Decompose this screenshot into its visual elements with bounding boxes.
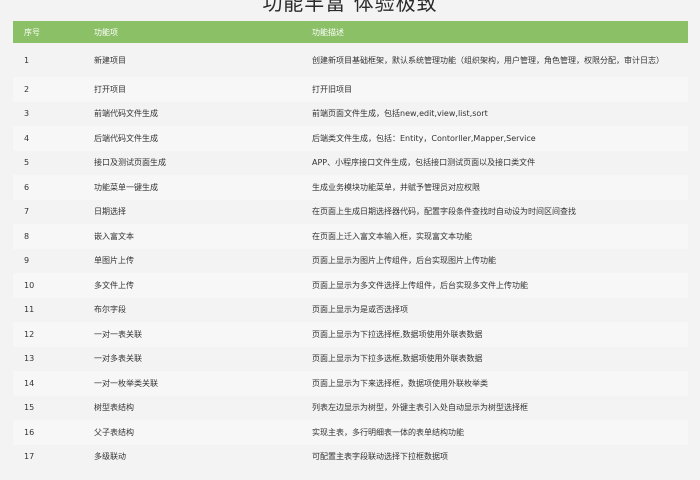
table-row: 2 打开项目 打开旧项目 [13,77,688,102]
row-no: 4 [13,126,84,151]
row-no: 12 [13,322,84,347]
row-item: 单图片上传 [84,248,304,273]
row-item: 嵌入富文本 [84,224,304,249]
row-no: 13 [13,346,84,371]
row-no: 2 [13,77,84,102]
row-item: 多文件上传 [84,273,304,298]
row-desc: 实现主表，多行明细表一体的表单结构功能 [304,420,688,445]
feature-table-container: 序号 功能项 功能描述 1 新建项目 创建新项目基础框架，默认系统管理功能（组织… [13,21,688,469]
table-body: 1 新建项目 创建新项目基础框架，默认系统管理功能（组织架构，用户管理，角色管理… [13,43,688,469]
row-no: 5 [13,150,84,175]
row-no: 14 [13,371,84,396]
table-row: 4 后端代码文件生成 后端类文件生成，包括：Entity，Contorller,… [13,126,688,151]
row-item: 多级联动 [84,444,304,469]
feature-table: 序号 功能项 功能描述 1 新建项目 创建新项目基础框架，默认系统管理功能（组织… [13,21,688,469]
table-row: 14 一对一枚举类关联 页面上显示为下来选择框，数据项使用外联枚举类 [13,371,688,396]
row-no: 9 [13,248,84,273]
row-no: 17 [13,444,84,469]
table-row: 6 功能菜单一键生成 生成业务模块功能菜单，并赋予管理员对应权限 [13,175,688,200]
row-item: 一对多表关联 [84,346,304,371]
table-row: 17 多级联动 可配置主表字段联动选择下拉框数据项 [13,444,688,469]
table-row: 5 接口及测试页面生成 APP、小程序接口文件生成，包括接口测试页面以及接口类文… [13,150,688,175]
row-no: 6 [13,175,84,200]
row-desc: 生成业务模块功能菜单，并赋予管理员对应权限 [304,175,688,200]
row-desc: 创建新项目基础框架，默认系统管理功能（组织架构，用户管理，角色管理，权限分配，审… [304,43,688,77]
row-desc: 页面上显示为图片上传组件，后台实现图片上传功能 [304,248,688,273]
row-desc: 前端页面文件生成，包括new,edit,view,list,sort [304,101,688,126]
row-desc: 后端类文件生成，包括：Entity，Contorller,Mapper,Serv… [304,126,688,151]
header-item: 功能项 [84,21,304,43]
row-item: 新建项目 [84,43,304,77]
row-item: 后端代码文件生成 [84,126,304,151]
row-desc: 在页面上迁入富文本输入框，实现富文本功能 [304,224,688,249]
table-row: 3 前端代码文件生成 前端页面文件生成，包括new,edit,view,list… [13,101,688,126]
row-desc: 页面上显示为多文件选择上传组件，后台实现多文件上传功能 [304,273,688,298]
table-row: 16 父子表结构 实现主表，多行明细表一体的表单结构功能 [13,420,688,445]
header-no: 序号 [13,21,84,43]
table-row: 8 嵌入富文本 在页面上迁入富文本输入框，实现富文本功能 [13,224,688,249]
row-desc: 页面上显示为下拉多选框,数据项使用外联表数据 [304,346,688,371]
row-desc: 页面上显示为是或否选择项 [304,297,688,322]
row-no: 1 [13,43,84,77]
table-header-row: 序号 功能项 功能描述 [13,21,688,43]
row-desc: 页面上显示为下来选择框，数据项使用外联枚举类 [304,371,688,396]
row-item: 接口及测试页面生成 [84,150,304,175]
row-item: 前端代码文件生成 [84,101,304,126]
row-item: 日期选择 [84,199,304,224]
row-desc: 可配置主表字段联动选择下拉框数据项 [304,444,688,469]
table-row: 10 多文件上传 页面上显示为多文件选择上传组件，后台实现多文件上传功能 [13,273,688,298]
row-no: 8 [13,224,84,249]
table-row: 15 树型表结构 列表左边显示为树型，外键主表引入处自动显示为树型选择框 [13,395,688,420]
row-no: 7 [13,199,84,224]
row-desc: APP、小程序接口文件生成，包括接口测试页面以及接口类文件 [304,150,688,175]
row-desc: 列表左边显示为树型，外键主表引入处自动显示为树型选择框 [304,395,688,420]
row-desc: 打开旧项目 [304,77,688,102]
table-row: 1 新建项目 创建新项目基础框架，默认系统管理功能（组织架构，用户管理，角色管理… [13,43,688,77]
row-no: 16 [13,420,84,445]
row-item: 父子表结构 [84,420,304,445]
row-desc: 在页面上生成日期选择器代码，配置字段条件查找时自动设为时间区间查找 [304,199,688,224]
header-desc: 功能描述 [304,21,688,43]
table-row: 9 单图片上传 页面上显示为图片上传组件，后台实现图片上传功能 [13,248,688,273]
page-title: 功能丰富 体验极致 [262,0,438,15]
row-desc-text: 创建新项目基础框架，默认系统管理功能（组织架构，用户管理，角色管理，权限分配，审… [312,55,664,65]
table-row: 7 日期选择 在页面上生成日期选择器代码，配置字段条件查找时自动设为时间区间查找 [13,199,688,224]
row-item: 树型表结构 [84,395,304,420]
row-item: 布尔字段 [84,297,304,322]
table-row: 11 布尔字段 页面上显示为是或否选择项 [13,297,688,322]
row-item: 功能菜单一键生成 [84,175,304,200]
row-item: 一对一枚举类关联 [84,371,304,396]
row-item: 一对一表关联 [84,322,304,347]
row-no: 10 [13,273,84,298]
page: 功能丰富 体验极致 序号 功能项 功能描述 1 新建项目 创建新项目基础框架，默… [0,0,700,480]
row-no: 15 [13,395,84,420]
row-no: 11 [13,297,84,322]
row-item: 打开项目 [84,77,304,102]
row-no: 3 [13,101,84,126]
row-desc: 页面上显示为下拉选择框,数据项使用外联表数据 [304,322,688,347]
table-row: 12 一对一表关联 页面上显示为下拉选择框,数据项使用外联表数据 [13,322,688,347]
table-row: 13 一对多表关联 页面上显示为下拉多选框,数据项使用外联表数据 [13,346,688,371]
